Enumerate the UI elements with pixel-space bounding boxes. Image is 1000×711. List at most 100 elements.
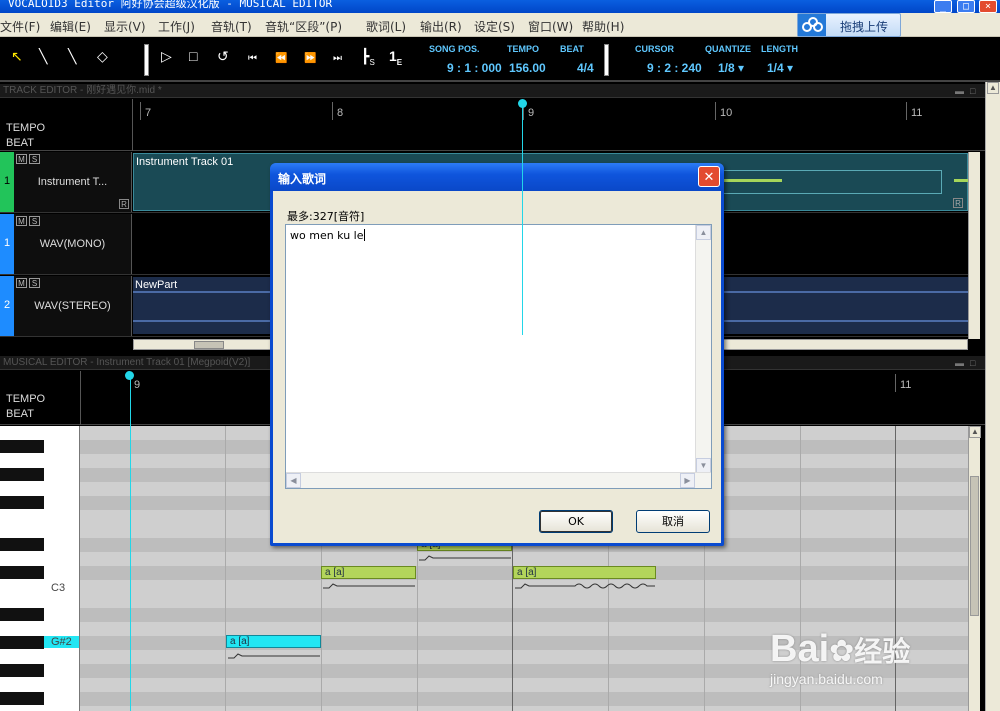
tempo-value[interactable]: 156.00 <box>509 61 546 75</box>
quantize-dropdown[interactable]: 1/8 ▾ <box>718 61 744 75</box>
loop-icon[interactable]: ↺ <box>217 49 229 63</box>
menu-lyrics[interactable]: 歌词(L) <box>366 18 406 35</box>
track-number: 1 <box>0 152 14 212</box>
upload-button[interactable]: 拖拽上传 <box>797 13 901 37</box>
lyrics-vscroll[interactable]: ▲ ▼ <box>695 225 711 473</box>
rewind-icon[interactable]: ⏪ <box>275 52 287 66</box>
lyrics-value: wo men ku le <box>290 229 364 242</box>
musical-vscroll[interactable]: ▲ <box>968 426 981 711</box>
play-icon[interactable]: ▷ <box>161 49 172 63</box>
track-ruler[interactable]: 7 8 9 10 11 TEMPO BEAT <box>0 99 985 151</box>
panel-restore-icon[interactable]: □ <box>970 356 975 369</box>
line-tool-icon[interactable]: ╲ <box>68 49 76 63</box>
ruler-divider <box>132 99 133 151</box>
dialog-close-button[interactable]: ✕ <box>698 166 720 187</box>
menu-settings[interactable]: 设定(S) <box>474 18 515 35</box>
track-header[interactable]: M S WAV(STEREO) <box>14 276 132 336</box>
rewind-start-icon[interactable]: ⏮ <box>248 52 257 66</box>
menu-job[interactable]: 工作(J) <box>158 18 195 35</box>
forward-end-icon[interactable]: ⏭ <box>333 52 342 66</box>
track-hscroll-thumb[interactable] <box>194 341 224 349</box>
cancel-button[interactable]: 取消 <box>636 510 710 533</box>
piano-black-key[interactable] <box>0 566 44 579</box>
quantize-label: QUANTIZE <box>705 44 751 54</box>
lyrics-text: wo men ku le <box>290 229 365 242</box>
mute-button[interactable]: M <box>16 278 27 288</box>
piano-black-key[interactable] <box>0 664 44 677</box>
pitch-curve-icon <box>419 555 511 561</box>
mute-button[interactable]: M <box>16 216 27 226</box>
fast-forward-icon[interactable]: ⏩ <box>304 52 316 66</box>
ruler-divider <box>80 371 81 425</box>
part-r-icon[interactable]: R <box>953 198 963 208</box>
solo-button[interactable]: S <box>29 154 40 164</box>
beat-value[interactable]: 4/4 <box>577 61 594 75</box>
panel-restore-icon[interactable]: □ <box>970 84 975 97</box>
piano-black-key[interactable] <box>0 636 44 649</box>
watermark-brand: Bai✿经验 <box>770 628 910 671</box>
dialog-titlebar[interactable]: 输入歌词 ✕ <box>270 163 724 191</box>
watermark-brand-text: Bai <box>770 628 830 670</box>
close-window-button[interactable]: × <box>979 0 997 13</box>
minimize-button[interactable]: _ <box>934 0 952 13</box>
menu-window[interactable]: 窗口(W) <box>528 18 573 35</box>
part-note-bar <box>722 179 782 182</box>
start-marker-icon[interactable]: ┣S <box>361 49 375 70</box>
pencil-tool-icon[interactable]: ╲ <box>39 49 47 63</box>
end-marker-icon[interactable]: 1E <box>389 49 402 70</box>
lyrics-textarea[interactable]: wo men ku le ▲ ▼ ◀ ▶ <box>285 224 712 489</box>
paw-icon: ✿ <box>829 635 855 668</box>
piano-keyboard[interactable]: C3 G#2 <box>0 426 80 711</box>
solo-button[interactable]: S <box>29 216 40 226</box>
panel-minimize-icon[interactable]: ▬ <box>955 84 964 97</box>
track-tempo-label: TEMPO <box>6 122 46 134</box>
track-vscroll[interactable] <box>968 152 980 339</box>
piano-black-key[interactable] <box>0 468 44 481</box>
song-pos-value: 9 : 1 : 000 <box>447 61 502 75</box>
menu-output[interactable]: 输出(R) <box>420 18 462 35</box>
record-button[interactable]: R <box>119 199 129 209</box>
length-dropdown[interactable]: 1/4 ▾ <box>767 61 793 75</box>
window-vscroll[interactable]: ▲ <box>985 82 1000 711</box>
piano-black-key[interactable] <box>0 692 44 705</box>
note-g-sharp-2[interactable]: a [a] <box>226 635 321 648</box>
mute-button[interactable]: M <box>16 154 27 164</box>
piano-black-key[interactable] <box>0 538 44 551</box>
menu-part[interactable]: 音轨“区段”(P) <box>265 18 342 35</box>
panel-minimize-icon[interactable]: ▬ <box>955 356 964 369</box>
menu-view[interactable]: 显示(V) <box>104 18 146 35</box>
scroll-right-icon[interactable]: ▶ <box>680 473 695 488</box>
scroll-up-icon[interactable]: ▲ <box>696 225 711 240</box>
arrow-tool-icon[interactable]: ↖ <box>11 49 23 63</box>
text-caret <box>363 229 365 241</box>
solo-button[interactable]: S <box>29 278 40 288</box>
musical-playhead-line <box>130 378 131 711</box>
eraser-tool-icon[interactable]: ◇ <box>97 49 108 63</box>
track-number: 1 <box>0 214 14 274</box>
piano-black-key[interactable] <box>0 608 44 621</box>
menu-edit[interactable]: 编辑(E) <box>50 18 91 35</box>
dialog-title: 输入歌词 <box>278 172 327 186</box>
lyrics-hscroll[interactable]: ◀ ▶ <box>286 472 711 488</box>
maximize-button[interactable]: □ <box>957 0 975 13</box>
piano-black-key[interactable] <box>0 496 44 509</box>
scroll-up-icon[interactable]: ▲ <box>969 426 981 438</box>
menu-track[interactable]: 音轨(T) <box>211 18 252 35</box>
scroll-up-icon[interactable]: ▲ <box>987 82 999 94</box>
track-name: Instrument T... <box>37 176 108 188</box>
note-c3-long[interactable]: a [a] <box>513 566 656 579</box>
musical-vscroll-thumb[interactable] <box>970 476 979 616</box>
note-c3[interactable]: a [a] <box>321 566 416 579</box>
menu-file[interactable]: 文件(F) <box>0 18 40 35</box>
ok-button[interactable]: OK <box>539 510 613 533</box>
menu-help[interactable]: 帮助(H) <box>582 18 624 35</box>
track-header[interactable]: M S Instrument T... R <box>14 152 132 212</box>
vibrato-curve-icon <box>515 583 655 589</box>
ruler-tick <box>140 102 141 120</box>
track-header[interactable]: M S WAV(MONO) <box>14 214 132 274</box>
scroll-down-icon[interactable]: ▼ <box>696 458 711 473</box>
scroll-left-icon[interactable]: ◀ <box>286 473 301 488</box>
stop-icon[interactable]: □ <box>189 49 197 63</box>
piano-black-key[interactable] <box>0 440 44 453</box>
track-editor-title-bar: TRACK EDITOR - 刚好遇见你.mid * ▬ □ <box>0 84 985 98</box>
